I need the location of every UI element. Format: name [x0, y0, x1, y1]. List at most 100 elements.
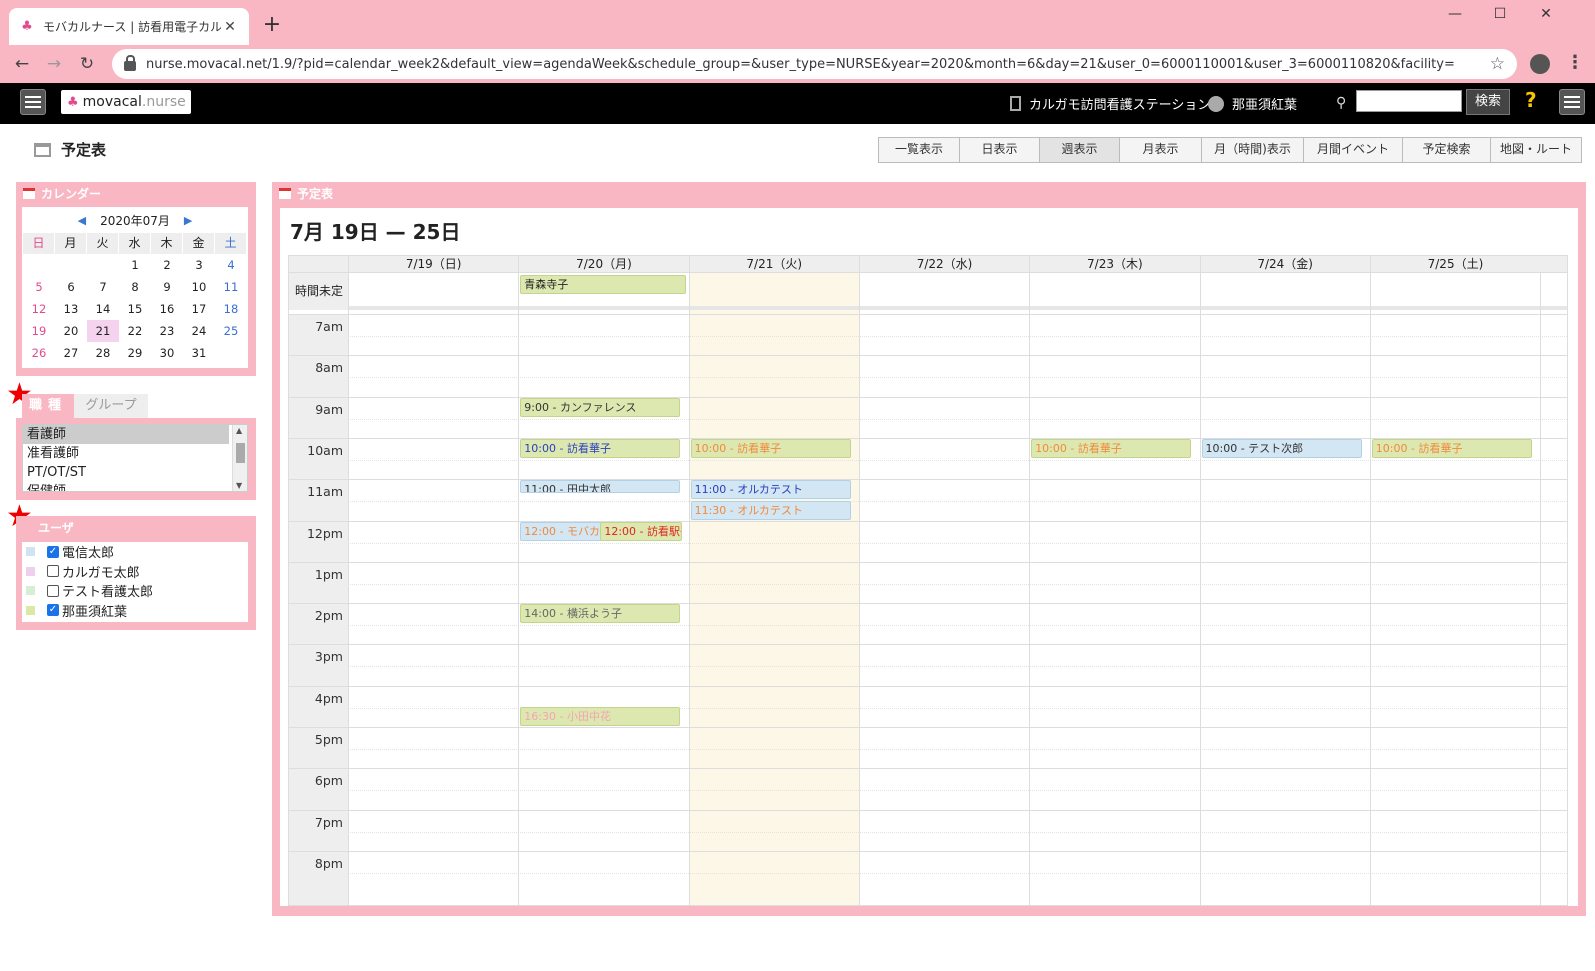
- calendar-day[interactable]: 26: [23, 342, 55, 364]
- calendar-day[interactable]: 17: [183, 298, 215, 320]
- new-tab-icon[interactable]: +: [262, 12, 282, 37]
- maximize-icon[interactable]: ☐: [1477, 6, 1523, 22]
- calendar-day[interactable]: 25: [215, 320, 247, 342]
- app-logo[interactable]: ♣ movacal .nurse: [61, 90, 191, 114]
- right-menu-icon[interactable]: [1559, 89, 1585, 115]
- calendar-day[interactable]: 20: [55, 320, 87, 342]
- url-field[interactable]: nurse.movacal.net/1.9/?pid=calendar_week…: [112, 49, 1517, 79]
- hour-row[interactable]: 9am: [289, 396, 1567, 439]
- current-user[interactable]: 那亜須紅葉: [1208, 94, 1297, 113]
- schedule-search-button[interactable]: 予定検索: [1403, 138, 1491, 162]
- list-item[interactable]: 保健師: [23, 482, 247, 491]
- calendar-day[interactable]: 4: [215, 254, 247, 276]
- calendar-event[interactable]: 10:00 - 訪看華子: [1371, 438, 1532, 458]
- calendar-day[interactable]: 6: [55, 276, 87, 298]
- minimize-icon[interactable]: —: [1432, 6, 1478, 22]
- day-header[interactable]: 7/20（月): [518, 256, 688, 273]
- calendar-event[interactable]: 11:00 - オルカテスト: [690, 480, 851, 500]
- user-checkbox[interactable]: [47, 565, 59, 578]
- day-header[interactable]: 7/19（日): [348, 256, 518, 273]
- allday-event[interactable]: 青森寺子: [520, 275, 686, 294]
- hour-row[interactable]: 11am: [289, 479, 1567, 521]
- hour-row[interactable]: 3pm: [289, 644, 1567, 686]
- calendar-event[interactable]: 12:00 - 訪看駅子: [600, 521, 683, 541]
- calendar-day[interactable]: 9: [151, 276, 183, 298]
- hour-row[interactable]: 7pm: [289, 809, 1567, 852]
- facility-name[interactable]: カルガモ訪問看護ステーション: [1010, 94, 1210, 113]
- calendar-day[interactable]: 22: [119, 320, 151, 342]
- calendar-day[interactable]: 1: [119, 254, 151, 276]
- calendar-day[interactable]: 27: [55, 342, 87, 364]
- view-month-time-button[interactable]: 月（時間)表示: [1202, 138, 1304, 162]
- hour-row[interactable]: 5pm: [289, 727, 1567, 769]
- day-header[interactable]: 7/22（水): [858, 256, 1029, 273]
- calendar-event[interactable]: 10:00 - 訪看華子: [690, 438, 851, 458]
- calendar-day[interactable]: 10: [183, 276, 215, 298]
- view-day-button[interactable]: 日表示: [960, 138, 1040, 162]
- calendar-event[interactable]: 11:30 - オルカテスト: [690, 500, 851, 520]
- user-checkbox[interactable]: [47, 584, 59, 597]
- view-monthly-event-button[interactable]: 月間イベント: [1304, 138, 1403, 162]
- calendar-event[interactable]: 16:30 - 小田中花: [520, 707, 681, 727]
- hour-row[interactable]: 7am: [289, 314, 1567, 356]
- job-type-listbox[interactable]: 看護師 准看護師 PT/OT/ST 保健師 ▲ ▼: [22, 424, 248, 492]
- calendar-day[interactable]: 3: [183, 254, 215, 276]
- prev-month-icon[interactable]: ◀: [78, 214, 86, 227]
- scroll-up-icon[interactable]: ▲: [236, 426, 242, 435]
- calendar-day[interactable]: 7: [87, 276, 119, 298]
- header-search-input[interactable]: [1356, 90, 1462, 112]
- close-tab-icon[interactable]: ✕: [221, 19, 239, 35]
- next-month-icon[interactable]: ▶: [184, 214, 192, 227]
- calendar-event[interactable]: 9:00 - カンファレンス: [520, 397, 681, 417]
- view-week-button[interactable]: 週表示: [1040, 138, 1120, 162]
- listbox-scrollbar[interactable]: ▲ ▼: [232, 425, 247, 491]
- reload-icon[interactable]: ↻: [75, 54, 99, 74]
- calendar-day[interactable]: 30: [151, 342, 183, 364]
- hour-row[interactable]: 12pm: [289, 520, 1567, 563]
- calendar-event[interactable]: 10:00 - 訪看華子: [1031, 438, 1192, 458]
- category-tab-job[interactable]: 職種: [22, 394, 74, 418]
- calendar-day[interactable]: 28: [87, 342, 119, 364]
- forward-icon[interactable]: →: [42, 54, 66, 74]
- hour-row[interactable]: 6pm: [289, 768, 1567, 810]
- calendar-day[interactable]: 24: [183, 320, 215, 342]
- calendar-day[interactable]: 18: [215, 298, 247, 320]
- list-item[interactable]: 看護師: [23, 425, 229, 444]
- calendar-day[interactable]: 13: [55, 298, 87, 320]
- calendar-event[interactable]: 10:00 - テスト次郎: [1201, 438, 1362, 458]
- day-header[interactable]: 7/21（火): [688, 256, 859, 273]
- profile-icon[interactable]: [1530, 54, 1550, 74]
- view-month-button[interactable]: 月表示: [1120, 138, 1202, 162]
- header-search-button[interactable]: 検索: [1466, 89, 1510, 115]
- browser-menu-icon[interactable]: ⋮: [1566, 52, 1584, 73]
- hour-row[interactable]: 8am: [289, 355, 1567, 397]
- list-item[interactable]: 准看護師: [23, 444, 247, 463]
- calendar-day[interactable]: 31: [183, 342, 215, 364]
- hour-row[interactable]: 8pm: [289, 850, 1567, 893]
- calendar-event[interactable]: 14:00 - 横浜よう子: [520, 604, 681, 624]
- calendar-event[interactable]: 11:00 - 田中太郎: [520, 480, 681, 494]
- hour-row[interactable]: 4pm: [289, 685, 1567, 728]
- calendar-day[interactable]: 23: [151, 320, 183, 342]
- calendar-day[interactable]: 29: [119, 342, 151, 364]
- close-window-icon[interactable]: ✕: [1523, 6, 1569, 22]
- day-header[interactable]: 7/23（木): [1029, 256, 1199, 273]
- calendar-event[interactable]: 12:00 - モバカル: [520, 521, 603, 541]
- view-list-button[interactable]: 一覧表示: [879, 138, 960, 162]
- calendar-day[interactable]: 11: [215, 276, 247, 298]
- user-checkbox[interactable]: ✓: [47, 545, 59, 558]
- scroll-down-icon[interactable]: ▼: [236, 481, 242, 490]
- calendar-day[interactable]: 8: [119, 276, 151, 298]
- day-header[interactable]: 7/24（金): [1199, 256, 1370, 273]
- browser-tab[interactable]: ♣ モバカルナース | 訪看用電子カルテ ✕: [9, 8, 249, 45]
- hour-row[interactable]: 2pm: [289, 603, 1567, 645]
- scroll-thumb[interactable]: [236, 443, 245, 463]
- calendar-day[interactable]: 16: [151, 298, 183, 320]
- calendar-event[interactable]: 10:00 - 訪看華子: [520, 438, 681, 458]
- calendar-day[interactable]: 2: [151, 254, 183, 276]
- bookmark-star-icon[interactable]: ☆: [1490, 54, 1505, 74]
- hour-row[interactable]: 1pm: [289, 561, 1567, 604]
- user-checkbox[interactable]: ✓: [47, 604, 59, 617]
- calendar-day[interactable]: 21: [87, 320, 119, 342]
- day-header[interactable]: 7/25（土): [1369, 256, 1540, 273]
